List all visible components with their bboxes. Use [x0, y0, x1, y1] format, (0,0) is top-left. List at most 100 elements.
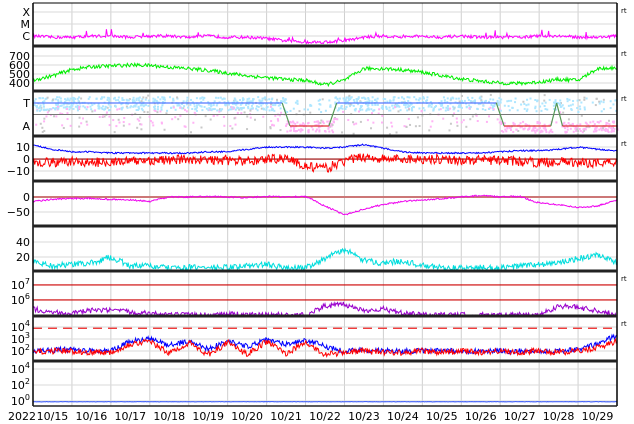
sector-point: [159, 110, 162, 113]
sector-point: [340, 104, 343, 107]
sector-point: [230, 108, 233, 111]
sector-point: [490, 103, 493, 106]
sector-point: [385, 105, 388, 108]
sector-point: [338, 100, 341, 103]
sector-point: [574, 127, 577, 130]
sector-point: [549, 130, 552, 133]
sector-point: [66, 112, 69, 115]
sector-point: [78, 105, 81, 108]
y-tick-exponent: 0: [25, 393, 30, 402]
sector-point: [33, 103, 36, 106]
x-tick-label: 10/24: [387, 410, 419, 423]
sector-point: [78, 96, 81, 99]
sector-point: [107, 103, 110, 106]
sector-point: [354, 107, 357, 110]
sector-point: [492, 108, 495, 111]
sector-point: [262, 115, 265, 118]
sector-point: [290, 126, 293, 129]
sector-point: [442, 117, 445, 120]
realtime-label: rt: [621, 275, 627, 283]
sector-point: [468, 104, 471, 107]
sector-point: [500, 123, 503, 126]
sector-point: [376, 97, 379, 100]
sector-point: [438, 108, 441, 111]
sector-point: [496, 99, 499, 102]
sector-point: [196, 106, 199, 109]
sector-point: [585, 97, 588, 100]
sector-point: [319, 98, 322, 101]
sector-point: [135, 103, 138, 106]
sector-point: [247, 103, 250, 106]
sector-point: [505, 130, 508, 133]
sector-point: [246, 115, 249, 118]
sector-point: [318, 108, 321, 111]
sector-point: [523, 127, 526, 130]
sector-point: [249, 116, 252, 119]
sector-point: [247, 107, 250, 110]
sector-point: [507, 99, 510, 102]
sector-point: [156, 105, 159, 108]
sector-point: [201, 109, 204, 112]
sector-point: [114, 105, 117, 108]
sector-point: [371, 104, 374, 107]
sector-point: [403, 125, 406, 128]
sector-point: [510, 99, 513, 102]
sector-point: [371, 100, 374, 103]
sector-point: [582, 128, 585, 131]
sector-point: [551, 131, 554, 134]
sector-point: [392, 99, 395, 102]
sector-point: [329, 104, 332, 107]
sector-point: [306, 108, 309, 111]
sector-point: [566, 97, 569, 100]
sector-point: [138, 119, 141, 122]
y-tick-label: −10: [7, 165, 30, 178]
space-weather-chart: X M Crt 700 600 500 400 rt T Art 10 0 −10 rt 0 −50 40 20 1…: [0, 0, 634, 424]
sector-point: [200, 105, 203, 108]
sector-point: [406, 109, 409, 112]
sector-point: [141, 98, 144, 101]
sector-point: [72, 107, 75, 110]
sector-point: [448, 129, 451, 132]
sector-point: [138, 96, 141, 99]
sector-point: [503, 104, 506, 107]
sector-point: [545, 131, 548, 134]
sector-point: [62, 126, 65, 129]
sector-point: [179, 115, 182, 118]
sector-point: [407, 100, 410, 103]
y-tick-exponent: 4: [25, 319, 30, 328]
sector-point: [361, 108, 364, 111]
sector-point: [49, 108, 52, 111]
sector-point: [536, 128, 539, 131]
sector-point: [60, 100, 63, 103]
sector-point: [555, 121, 558, 124]
sector-point: [595, 97, 598, 100]
sector-point: [46, 111, 49, 114]
sector-point: [328, 99, 331, 102]
sector-point: [602, 98, 605, 101]
y-tick-text: 10: [11, 279, 25, 292]
sector-point: [151, 121, 154, 124]
sector-point: [36, 109, 39, 112]
sector-point: [375, 100, 378, 103]
sector-point: [166, 109, 169, 112]
sector-point: [80, 97, 83, 100]
sector-point: [195, 109, 198, 112]
sector-point: [271, 97, 274, 100]
sector-point: [484, 108, 487, 111]
sector-point: [217, 96, 220, 99]
sector-point: [270, 120, 273, 123]
sector-point: [314, 130, 317, 133]
sector-point: [62, 103, 65, 106]
sector-point: [210, 109, 213, 112]
sector-point: [250, 104, 253, 107]
sector-point: [45, 108, 48, 111]
sector-point: [579, 123, 582, 126]
sector-point: [122, 121, 125, 124]
sector-point: [378, 108, 381, 111]
sector-point: [598, 100, 601, 103]
sector-point: [523, 107, 526, 110]
sector-point: [160, 108, 163, 111]
sector-point: [475, 114, 478, 117]
sector-point: [553, 101, 556, 104]
y-tick-text: 0: [23, 191, 30, 204]
